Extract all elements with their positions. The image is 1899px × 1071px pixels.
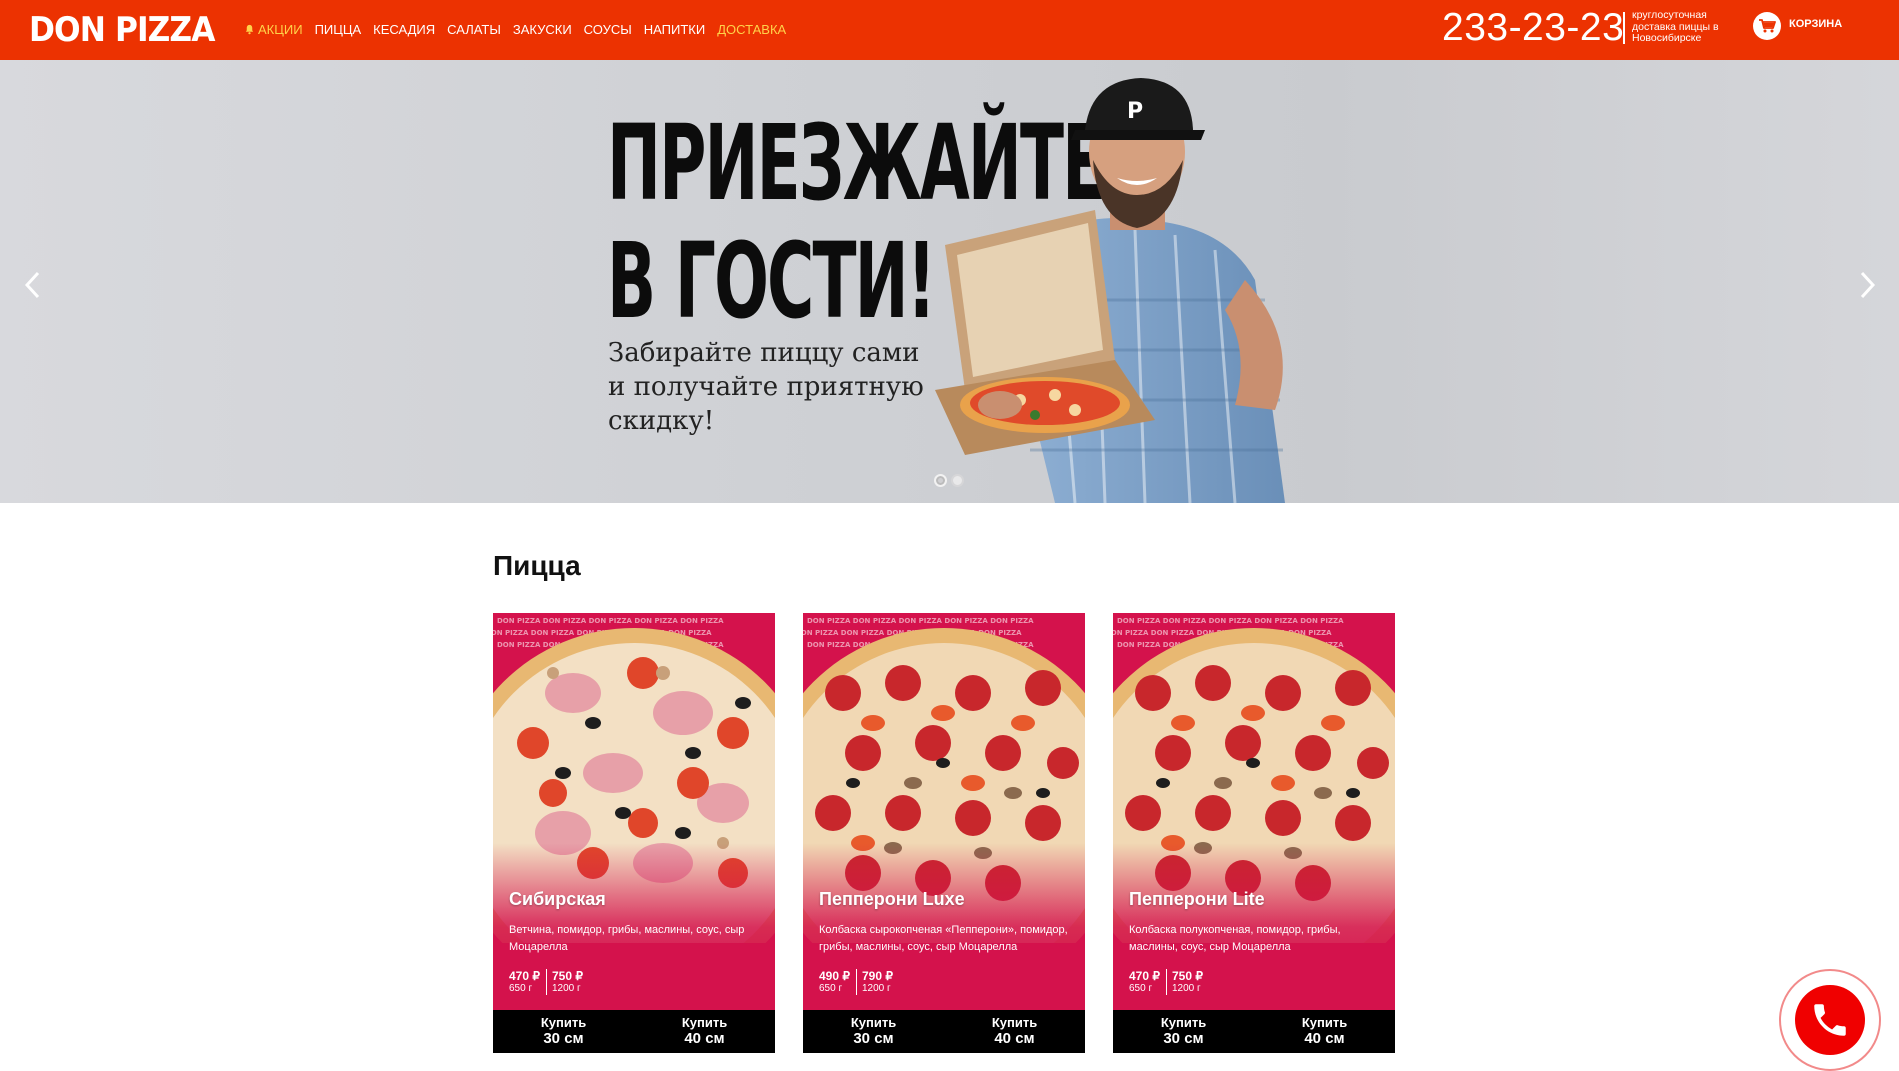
svg-text:DON PIZZA DON PIZZA DON PIZZA: DON PIZZA DON PIZZA DON PIZZA DON PIZZA … <box>497 617 724 625</box>
nav-label: Акции <box>258 22 303 37</box>
buy-40cm-button[interactable]: Купить 40 см <box>634 1010 775 1053</box>
product-card: DON PIZZA DON PIZZA DON PIZZA DON PIZZA … <box>1113 613 1395 1053</box>
section-title: Пицца <box>493 550 581 581</box>
nav-item-drinks[interactable]: Напитки <box>644 22 705 37</box>
price-small: 490 ₽ 650 г <box>819 969 856 995</box>
price-value: 750 ₽ <box>1172 969 1203 983</box>
buy-label: Купить <box>1160 1015 1207 1030</box>
phone-icon <box>1795 985 1865 1055</box>
slider-dot-1[interactable] <box>934 474 947 487</box>
site-logo[interactable]: DON PIZZA <box>29 10 215 50</box>
product-prices: 470 ₽ 650 г 750 ₽ 1200 г <box>1129 969 1209 995</box>
product-prices: 490 ₽ 650 г 790 ₽ 1200 г <box>819 969 899 995</box>
buy-size: 30 см <box>1163 1030 1204 1047</box>
price-weight: 650 г <box>509 983 533 994</box>
buy-bar: Купить 30 см Купить 40 см <box>493 1010 775 1053</box>
product-prices: 470 ₽ 650 г 750 ₽ 1200 г <box>509 969 589 995</box>
card-fade <box>803 843 1085 983</box>
slider-dots <box>934 474 964 487</box>
svg-text:DON PIZZA DON PIZZA DON PIZZA: DON PIZZA DON PIZZA DON PIZZA DON PIZZA … <box>1117 617 1344 625</box>
price-weight: 650 г <box>819 983 843 994</box>
hero-slider: ПРИЕЗЖАЙТЕ В ГОСТИ! Забирайте пиццу сами… <box>0 60 1899 503</box>
price-weight: 650 г <box>1129 983 1153 994</box>
buy-size: 40 см <box>684 1030 725 1047</box>
buy-bar: Купить 30 см Купить 40 см <box>803 1010 1085 1053</box>
nav-item-pizza[interactable]: Пицца <box>315 22 362 37</box>
card-fade <box>493 843 775 983</box>
site-header: DON PIZZA Акции Пицца Кесадия Салаты Зак… <box>0 0 1899 60</box>
price-small: 470 ₽ 650 г <box>509 969 546 995</box>
buy-label: Купить <box>850 1015 897 1030</box>
buy-size: 40 см <box>1304 1030 1345 1047</box>
product-name[interactable]: Пепперони Lite <box>1129 889 1265 910</box>
buy-label: Купить <box>540 1015 587 1030</box>
buy-size: 40 см <box>994 1030 1035 1047</box>
price-small: 470 ₽ 650 г <box>1129 969 1166 995</box>
price-value: 750 ₽ <box>552 969 583 983</box>
buy-30cm-button[interactable]: Купить 30 см <box>803 1010 944 1053</box>
price-value: 470 ₽ <box>1129 969 1160 983</box>
main-nav: Акции Пицца Кесадия Салаты Закуски Соусы… <box>244 22 786 37</box>
price-weight: 1200 г <box>1172 983 1201 994</box>
buy-size: 30 см <box>853 1030 894 1047</box>
nav-item-promotions[interactable]: Акции <box>244 22 303 37</box>
price-large: 750 ₽ 1200 г <box>546 969 589 995</box>
nav-item-sauces[interactable]: Соусы <box>584 22 632 37</box>
cart-button[interactable]: Корзина <box>1753 12 1842 40</box>
buy-40cm-button[interactable]: Купить 40 см <box>944 1010 1085 1053</box>
svg-text:P: P <box>1127 99 1143 124</box>
buy-30cm-button[interactable]: Купить 30 см <box>493 1010 634 1053</box>
buy-40cm-button[interactable]: Купить 40 см <box>1254 1010 1395 1053</box>
phone-note: круглосуточная доставка пиццы в Новосиби… <box>1632 9 1719 44</box>
buy-label: Купить <box>681 1015 728 1030</box>
product-card: DON PIZZA DON PIZZA DON PIZZA DON PIZZA … <box>493 613 775 1053</box>
slider-prev-arrow-icon[interactable] <box>18 265 48 305</box>
product-description: Колбаска полукопченая, помидор, грибы, м… <box>1129 924 1341 953</box>
buy-bar: Купить 30 см Купить 40 см <box>1113 1010 1395 1053</box>
nav-item-delivery[interactable]: Доставка <box>717 22 786 37</box>
cart-label: Корзина <box>1789 17 1843 30</box>
callback-widget-button[interactable] <box>1779 969 1881 1071</box>
buy-label: Купить <box>1301 1015 1348 1030</box>
nav-item-salads[interactable]: Салаты <box>447 22 501 37</box>
svg-text:DON PIZZA DON PIZZA DON PIZZA: DON PIZZA DON PIZZA DON PIZZA DON PIZZA … <box>807 617 1034 625</box>
nav-item-snacks[interactable]: Закуски <box>513 22 572 37</box>
phone-number[interactable]: 233-23-23 <box>1442 6 1624 50</box>
product-description: Ветчина, помидор, грибы, маслины, соус, … <box>509 924 745 953</box>
hero-subtitle: Забирайте пиццу сами и получайте приятну… <box>608 338 924 436</box>
cart-icon <box>1753 12 1781 40</box>
buy-size: 30 см <box>543 1030 584 1047</box>
bell-icon <box>245 24 254 35</box>
slider-next-arrow-icon[interactable] <box>1852 265 1882 305</box>
price-value: 790 ₽ <box>862 969 893 983</box>
price-value: 470 ₽ <box>509 969 540 983</box>
price-large: 750 ₽ 1200 г <box>1166 969 1209 995</box>
hero-photo-man-with-pizza: P <box>935 78 1285 503</box>
buy-30cm-button[interactable]: Купить 30 см <box>1113 1010 1254 1053</box>
phone-divider <box>1623 12 1625 44</box>
price-value: 490 ₽ <box>819 969 850 983</box>
card-fade <box>1113 843 1395 983</box>
nav-item-quesadilla[interactable]: Кесадия <box>373 22 435 37</box>
price-large: 790 ₽ 1200 г <box>856 969 899 995</box>
slider-dot-2[interactable] <box>951 474 964 487</box>
product-description: Колбаска сырокопченая «Пепперони», помид… <box>819 924 1068 953</box>
product-name[interactable]: Сибирская <box>509 889 606 910</box>
product-card: DON PIZZA DON PIZZA DON PIZZA DON PIZZA … <box>803 613 1085 1053</box>
price-weight: 1200 г <box>862 983 891 994</box>
price-weight: 1200 г <box>552 983 581 994</box>
product-name[interactable]: Пепперони Luxe <box>819 889 965 910</box>
buy-label: Купить <box>991 1015 1038 1030</box>
